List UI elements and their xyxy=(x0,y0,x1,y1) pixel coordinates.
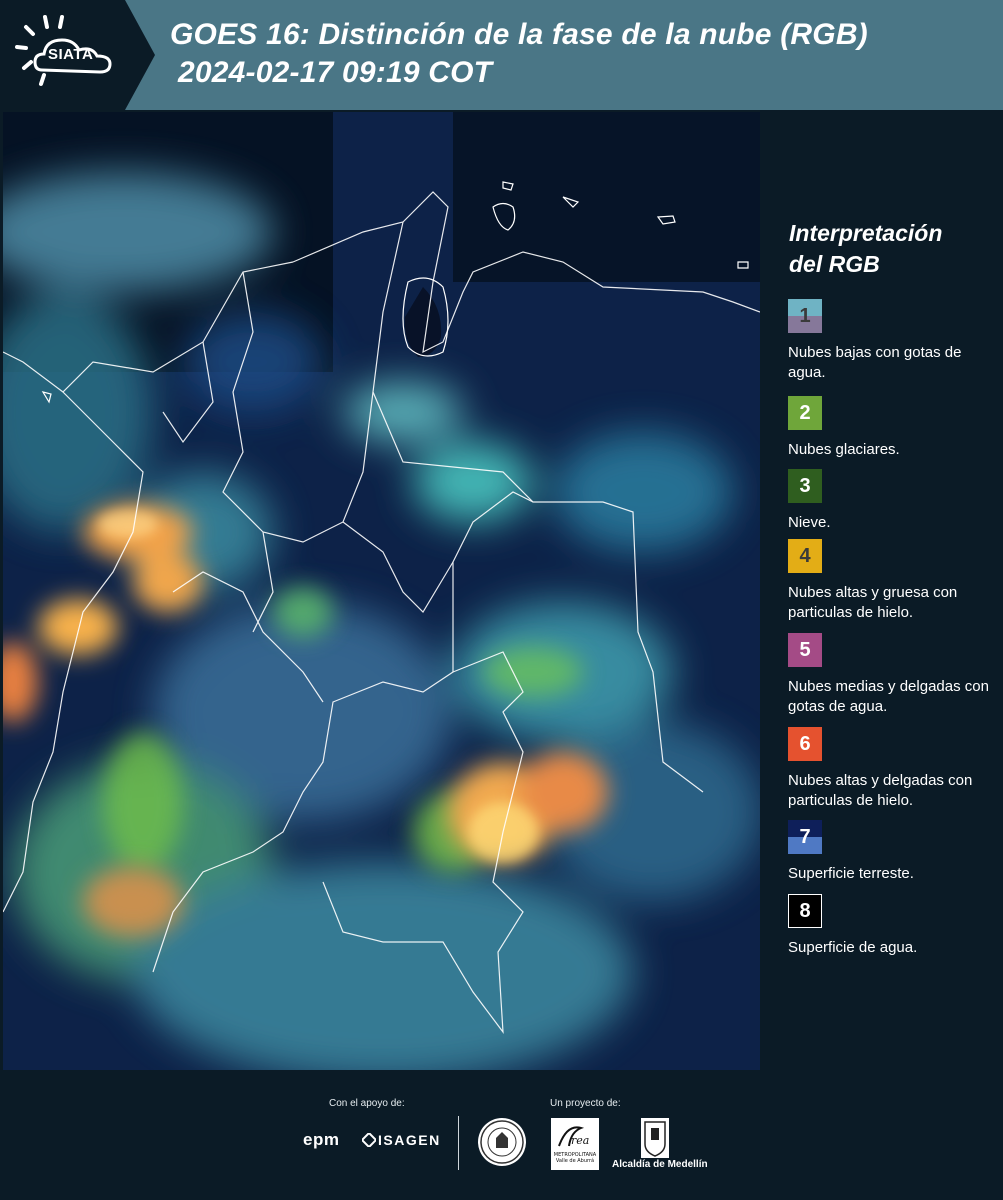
page-title: GOES 16: Distinción de la fase de la nub… xyxy=(170,16,868,92)
legend-number: 6 xyxy=(799,733,811,755)
alcaldia-text: Alcaldía de Medellín xyxy=(612,1159,708,1170)
support-label: Con el apoyo de: xyxy=(329,1098,405,1109)
legend-swatch: 4 xyxy=(788,539,822,573)
legend-item: 2 Nubes glaciares. xyxy=(788,396,998,460)
area-metropolitana-logo: rea METROPOLITANA Valle de Aburrá xyxy=(551,1118,599,1170)
legend-swatch: 8 xyxy=(788,894,822,928)
alcaldia-shield-icon xyxy=(641,1118,669,1158)
siata-logo: SIATA xyxy=(0,0,155,110)
legend-label: Superficie de agua. xyxy=(788,939,918,956)
legend-swatch: 6 xyxy=(788,727,822,761)
isagen-logo: ISAGEN xyxy=(378,1132,441,1148)
legend-number: 4 xyxy=(799,545,811,567)
header-bar: SIATA GOES 16: Distinción de la fase de … xyxy=(0,0,1003,110)
legend-label: Nubes altas y delgadas con particulas de… xyxy=(788,772,973,809)
legend-item: 6 Nubes altas y delgadas con particulas … xyxy=(788,727,998,811)
legend-swatch: 2 xyxy=(788,396,822,430)
legend-number: 8 xyxy=(799,900,811,922)
legend-item: 4 Nubes altas y gruesa con particulas de… xyxy=(788,539,998,623)
epm-logo: epm xyxy=(303,1130,340,1149)
satellite-map xyxy=(3,112,760,1070)
legend-label: Nubes bajas con gotas de agua. xyxy=(788,344,962,381)
title-line-2: 2024-02-17 09:19 COT xyxy=(178,56,493,89)
legend-number: 2 xyxy=(799,402,811,424)
legend-label: Nubes altas y gruesa con particulas de h… xyxy=(788,584,958,621)
legend-item: 3 Nieve. xyxy=(788,469,998,533)
legend-title-line-2: del RGB xyxy=(789,251,880,277)
title-line-1: GOES 16: Distinción de la fase de la nub… xyxy=(170,18,868,51)
legend-item: 5 Nubes medias y delgadas con gotas de a… xyxy=(788,633,998,717)
legend-label: Nubes glaciares. xyxy=(788,441,900,458)
legend-swatch: 7 xyxy=(788,820,822,854)
legend-label: Superficie terreste. xyxy=(788,865,914,882)
project-label: Un proyecto de: xyxy=(550,1098,621,1109)
legend-title: Interpretación del RGB xyxy=(789,218,942,280)
legend-number: 5 xyxy=(799,639,811,661)
legend-label: Nieve. xyxy=(788,514,831,531)
legend-number: 7 xyxy=(799,826,811,848)
legend-swatch: 5 xyxy=(788,633,822,667)
legend-item: 1 Nubes bajas con gotas de agua. xyxy=(788,299,998,383)
legend-item: 7 Superficie terreste. xyxy=(788,820,998,884)
legend-label: Nubes medias y delgadas con gotas de agu… xyxy=(788,678,989,715)
legend-swatch: 3 xyxy=(788,469,822,503)
legend-panel: Interpretación del RGB 1 Nubes bajas con… xyxy=(760,112,1003,1070)
isagen-icon xyxy=(362,1133,376,1147)
medellin-seal-icon xyxy=(478,1118,526,1166)
svg-text:rea: rea xyxy=(571,1134,589,1147)
legend-number: 3 xyxy=(799,475,811,497)
legend-title-line-1: Interpretación xyxy=(789,220,943,246)
legend-number: 1 xyxy=(799,305,811,327)
footer: Con el apoyo de: Un proyecto de: epm ISA… xyxy=(0,1070,1003,1200)
area-logo-text: METROPOLITANA Valle de Aburrá xyxy=(553,1152,597,1164)
legend-swatch: 1 xyxy=(788,299,822,333)
siata-logo-text: SIATA xyxy=(48,46,94,63)
legend-item: 8 Superficie de agua. xyxy=(788,894,998,958)
footer-divider xyxy=(458,1116,459,1170)
